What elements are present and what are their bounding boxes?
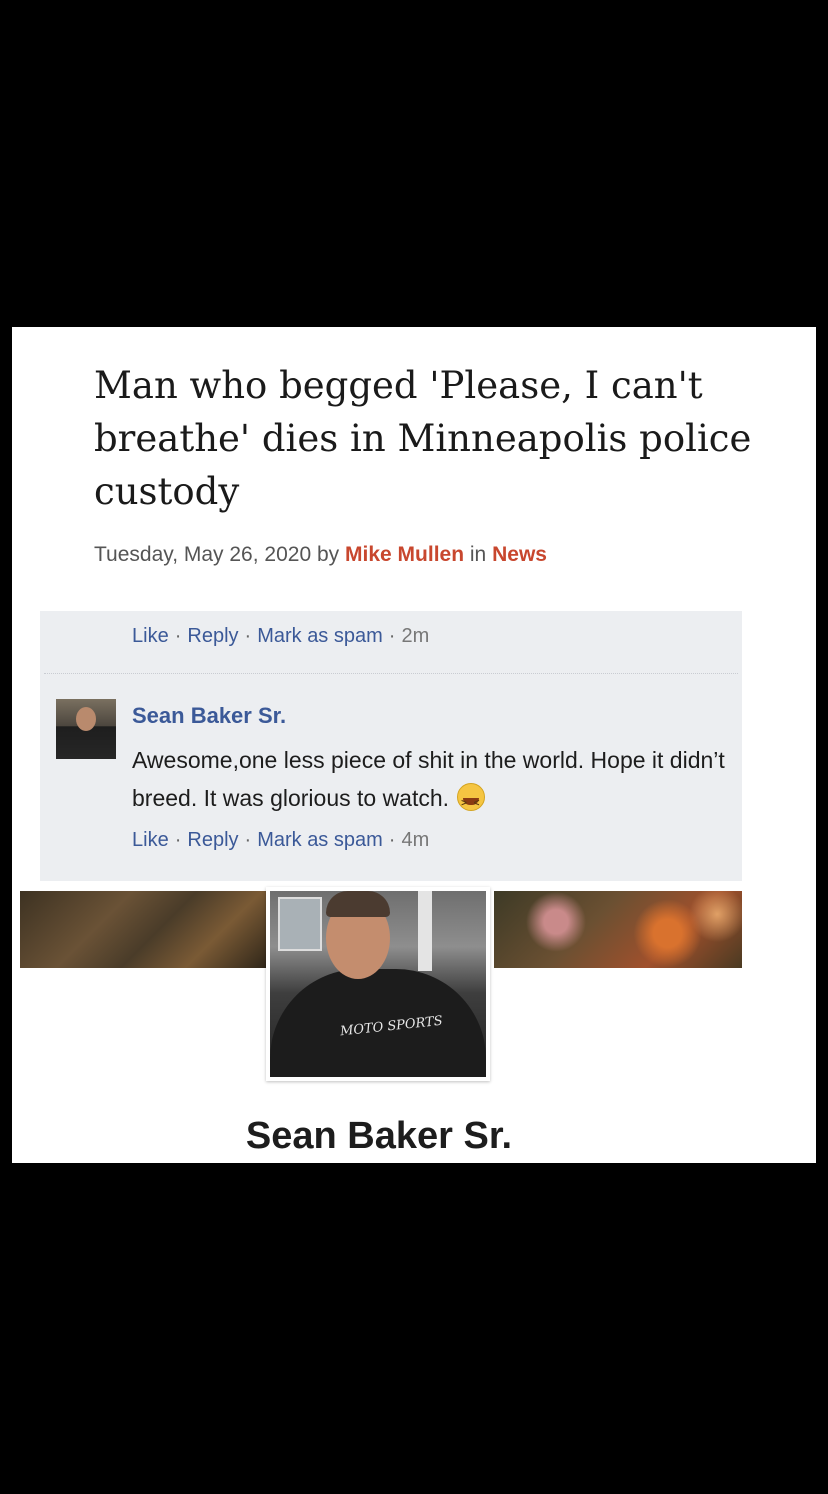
article-date: Tuesday, May 26, 2020: [94, 543, 312, 566]
comment-body: Awesome,one less piece of shit in the wo…: [132, 741, 732, 823]
separator: ·: [388, 829, 396, 851]
photo-hair: [326, 891, 390, 917]
article-headline: Man who begged 'Please, I can't breathe'…: [94, 364, 752, 513]
screenshot-card: Man who begged 'Please, I can't breathe'…: [12, 327, 816, 1163]
comment-divider: [44, 673, 738, 674]
comment-timestamp: 2m: [401, 625, 430, 647]
comment-actions: Like · Reply · Mark as spam · 4m: [132, 829, 429, 852]
byline-by: by: [316, 543, 340, 566]
profile-name: Sean Baker Sr.: [245, 1115, 513, 1157]
author-link[interactable]: Mike Mullen: [345, 543, 464, 566]
cover-photo-left: [20, 891, 266, 968]
separator: ·: [244, 625, 252, 647]
reply-link[interactable]: Reply: [187, 625, 238, 647]
avatar-face: [76, 707, 96, 731]
comment-text: Awesome,one less piece of shit in the wo…: [132, 747, 725, 811]
grinning-squinting-face-icon: [457, 783, 486, 823]
byline-in: in: [469, 543, 487, 566]
section-link[interactable]: News: [492, 543, 547, 566]
separator: ·: [174, 829, 182, 851]
mark-spam-link[interactable]: Mark as spam: [257, 829, 383, 851]
separator: ·: [174, 625, 182, 647]
mark-spam-link[interactable]: Mark as spam: [257, 625, 383, 647]
like-link[interactable]: Like: [132, 625, 169, 647]
commenter-name[interactable]: Sean Baker Sr.: [132, 703, 286, 729]
photo-background-post: [418, 891, 432, 971]
like-link[interactable]: Like: [132, 829, 169, 851]
separator: ·: [388, 625, 396, 647]
profile-picture: MOTO SPORTS: [270, 891, 486, 1077]
comment-thread: Like · Reply · Mark as spam · 2m Sean Baker Sr…: [40, 611, 742, 881]
comment-timestamp: 4m: [401, 829, 430, 851]
article-byline: Tuesday, May 26, 2020 by Mike Mullen in …: [94, 543, 547, 567]
cover-photo-right: [494, 891, 742, 968]
commenter-avatar[interactable]: [56, 699, 116, 759]
separator: ·: [244, 829, 252, 851]
photo-background-window: [278, 897, 322, 951]
reply-link[interactable]: Reply: [187, 829, 238, 851]
previous-comment-actions: Like · Reply · Mark as spam · 2m: [132, 625, 429, 648]
profile-photo[interactable]: MOTO SPORTS: [266, 887, 490, 1081]
